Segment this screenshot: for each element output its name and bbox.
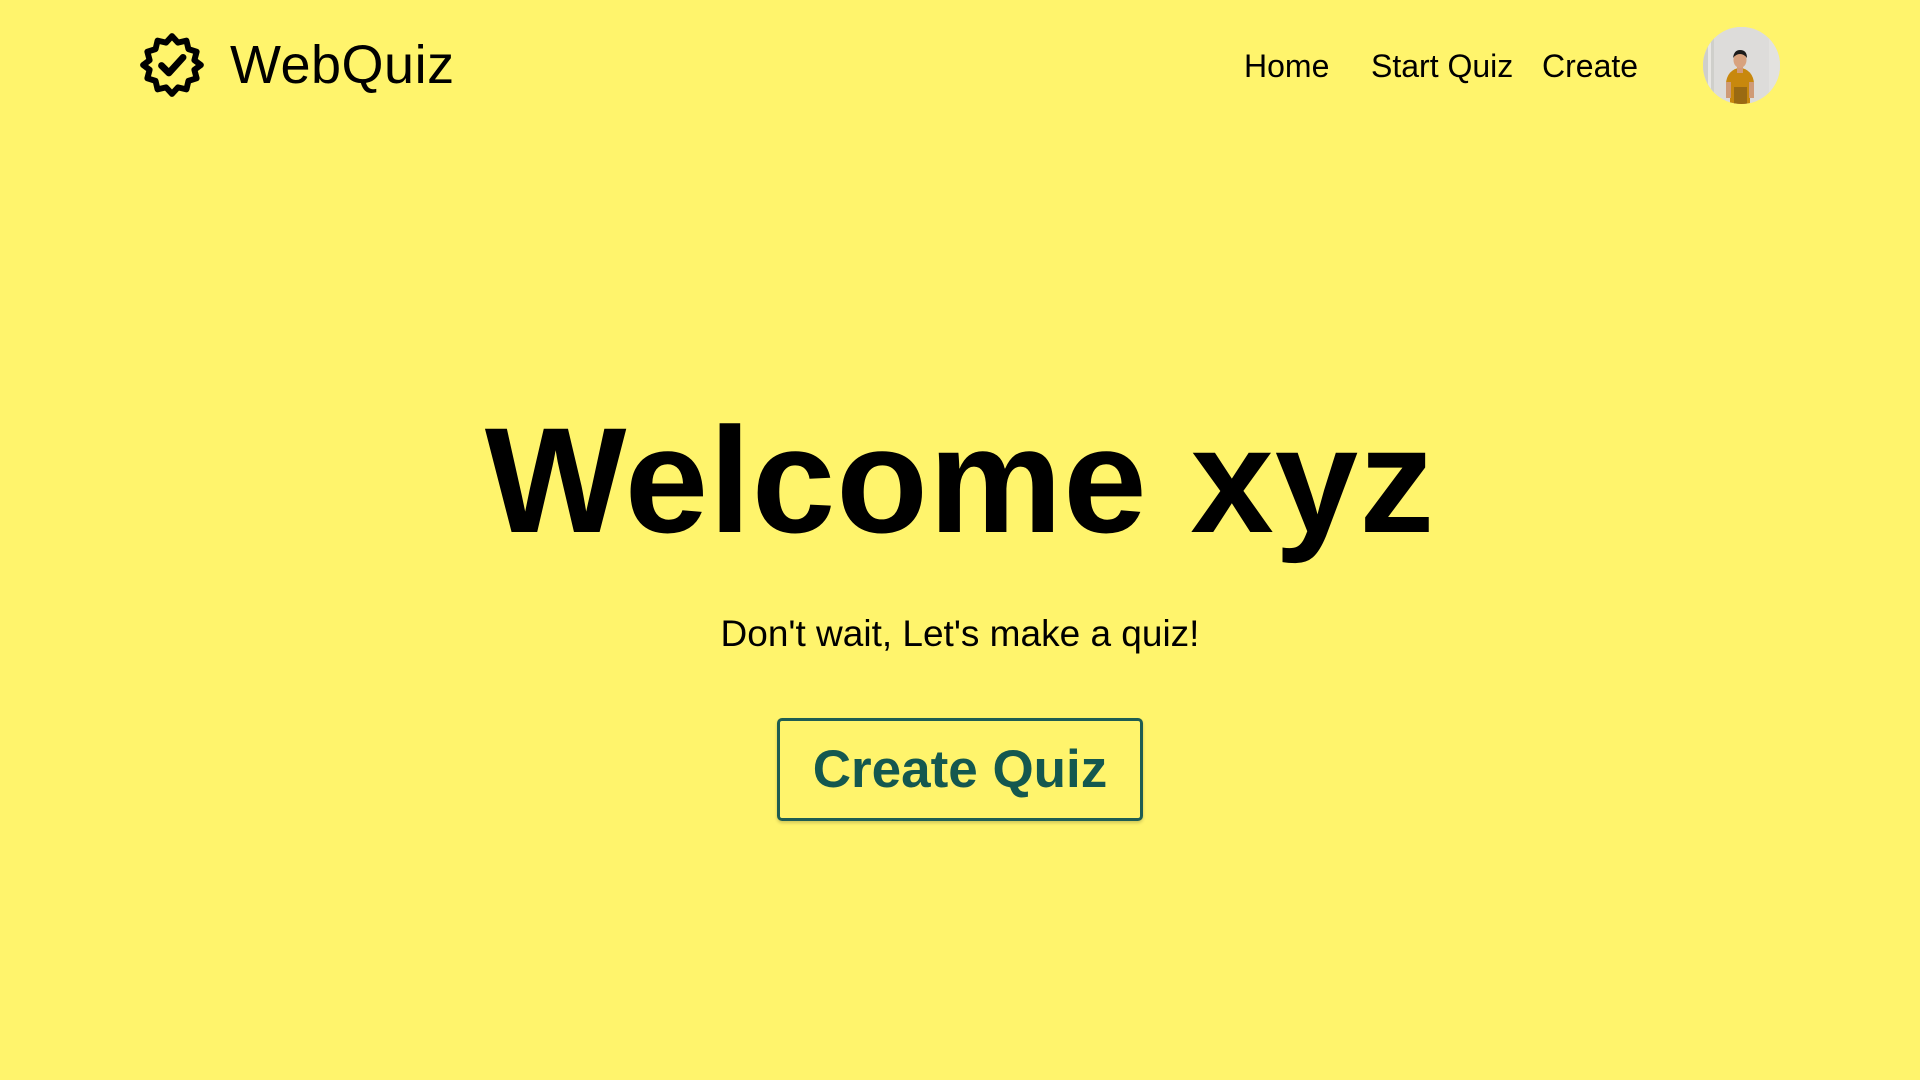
brand-name: WebQuiz [230, 35, 455, 95]
navbar: WebQuiz Home Start Quiz Create [0, 0, 1920, 132]
hero-title: Welcome xyz [484, 396, 1436, 564]
user-avatar[interactable] [1703, 27, 1780, 104]
hero-subtitle: Don't wait, Let's make a quiz! [720, 613, 1200, 654]
create-quiz-button[interactable]: Create Quiz [777, 718, 1143, 821]
nav-link-create[interactable]: Create [1542, 44, 1638, 88]
brand-link[interactable]: WebQuiz [138, 31, 455, 99]
nav-link-home[interactable]: Home [1244, 44, 1329, 88]
badge-check-icon [138, 31, 206, 99]
nav-link-start-quiz[interactable]: Start Quiz [1371, 44, 1513, 88]
